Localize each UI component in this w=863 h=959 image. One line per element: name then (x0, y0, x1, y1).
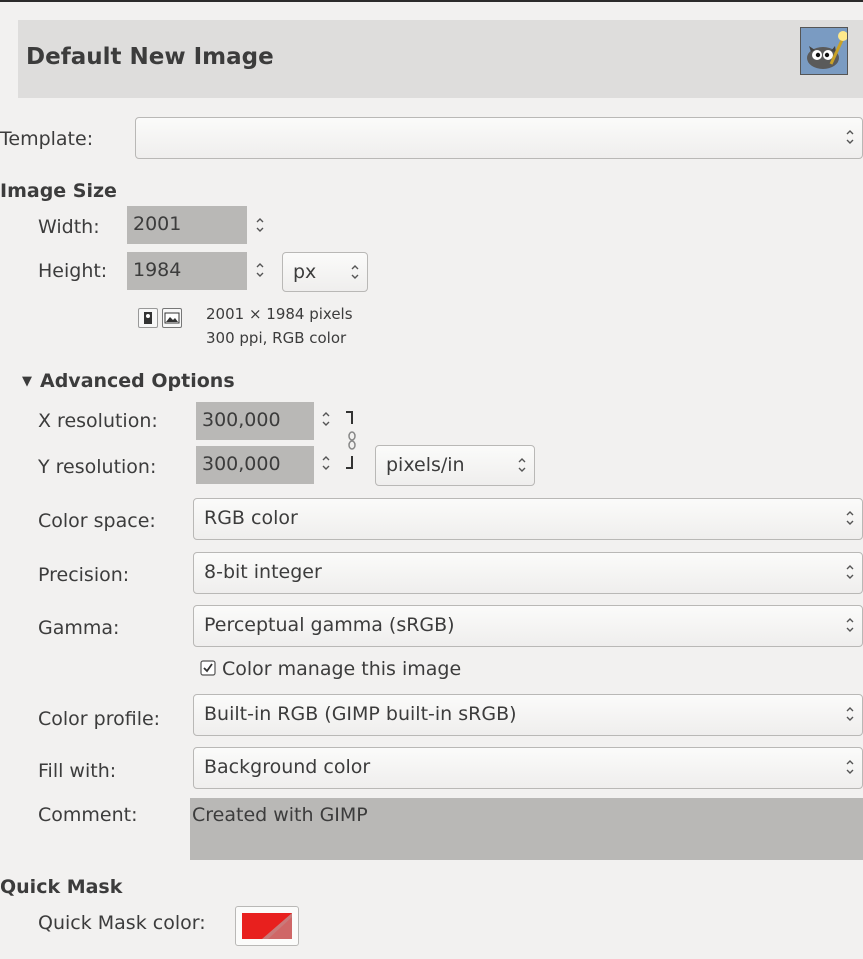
template-combo[interactable] (135, 117, 863, 159)
gamma-value: Perceptual gamma (sRGB) (204, 614, 455, 636)
combo-arrows-icon (349, 261, 361, 283)
top-border (0, 0, 863, 2)
quick-mask-color-label: Quick Mask color: (38, 912, 206, 934)
color-manage-label[interactable]: Color manage this image (222, 658, 461, 680)
height-label: Height: (38, 260, 108, 282)
size-info-resolution: 300 ppi, RGB color (206, 329, 347, 347)
colorspace-combo[interactable]: RGB color (193, 498, 863, 540)
width-spin-arrows-icon[interactable] (254, 214, 266, 236)
xres-spin-arrows-icon[interactable] (320, 408, 332, 430)
resolution-unit-value: pixels/in (386, 454, 465, 476)
landscape-icon[interactable] (162, 308, 182, 328)
width-input[interactable]: 2001 (127, 206, 247, 244)
combo-arrows-icon (844, 703, 856, 725)
dialog-title: Default New Image (26, 44, 274, 70)
fill-with-value: Background color (204, 756, 371, 778)
yres-label: Y resolution: (38, 456, 157, 478)
yres-value: 300,000 (202, 453, 281, 475)
template-label: Template: (0, 128, 94, 150)
gamma-combo[interactable]: Perceptual gamma (sRGB) (193, 605, 863, 647)
size-unit-combo[interactable]: px (282, 252, 368, 292)
size-info-pixels: 2001 × 1984 pixels (206, 305, 353, 323)
combo-arrows-icon (844, 614, 856, 636)
colorspace-label: Color space: (38, 510, 156, 532)
height-value: 1984 (133, 259, 182, 281)
combo-arrows-icon (516, 454, 528, 476)
fill-with-combo[interactable]: Background color (193, 747, 863, 789)
comment-value: Created with GIMP (192, 804, 368, 826)
yres-spin-arrows-icon[interactable] (320, 452, 332, 474)
color-profile-label: Color profile: (38, 708, 161, 730)
quick-mask-heading: Quick Mask (0, 876, 123, 898)
xres-input[interactable]: 300,000 (196, 402, 314, 440)
width-value: 2001 (133, 213, 182, 235)
expander-triangle-icon[interactable]: ▼ (22, 374, 32, 389)
precision-combo[interactable]: 8-bit integer (193, 552, 863, 594)
height-spin-arrows-icon[interactable] (254, 259, 266, 281)
combo-arrows-icon (844, 126, 856, 148)
combo-arrows-icon (844, 507, 856, 529)
chain-link-icon[interactable] (344, 408, 358, 474)
gamma-label: Gamma: (38, 617, 120, 639)
comment-label: Comment: (38, 804, 138, 826)
quick-mask-color-button[interactable] (235, 906, 299, 946)
xres-label: X resolution: (38, 410, 158, 432)
portrait-icon[interactable] (138, 308, 158, 328)
comment-textarea[interactable]: Created with GIMP (190, 798, 863, 860)
color-manage-checkbox-icon[interactable] (200, 660, 216, 676)
advanced-options-heading[interactable]: Advanced Options (40, 370, 235, 392)
quick-mask-color-swatch (242, 913, 292, 939)
color-profile-value: Built-in RGB (GIMP built-in sRGB) (204, 703, 517, 725)
resolution-unit-combo[interactable]: pixels/in (375, 445, 535, 486)
height-input[interactable]: 1984 (127, 252, 247, 290)
dialog-header: Default New Image (18, 20, 863, 98)
precision-value: 8-bit integer (204, 561, 322, 583)
combo-arrows-icon (844, 756, 856, 778)
fill-with-label: Fill with: (38, 760, 117, 782)
precision-label: Precision: (38, 564, 130, 586)
image-size-heading: Image Size (0, 180, 117, 202)
gimp-wilber-icon (800, 27, 848, 75)
width-label: Width: (38, 216, 100, 238)
yres-input[interactable]: 300,000 (196, 446, 314, 484)
size-unit-value: px (293, 261, 317, 283)
xres-value: 300,000 (202, 409, 281, 431)
color-profile-combo[interactable]: Built-in RGB (GIMP built-in sRGB) (193, 694, 863, 736)
combo-arrows-icon (844, 561, 856, 583)
colorspace-value: RGB color (204, 507, 298, 529)
